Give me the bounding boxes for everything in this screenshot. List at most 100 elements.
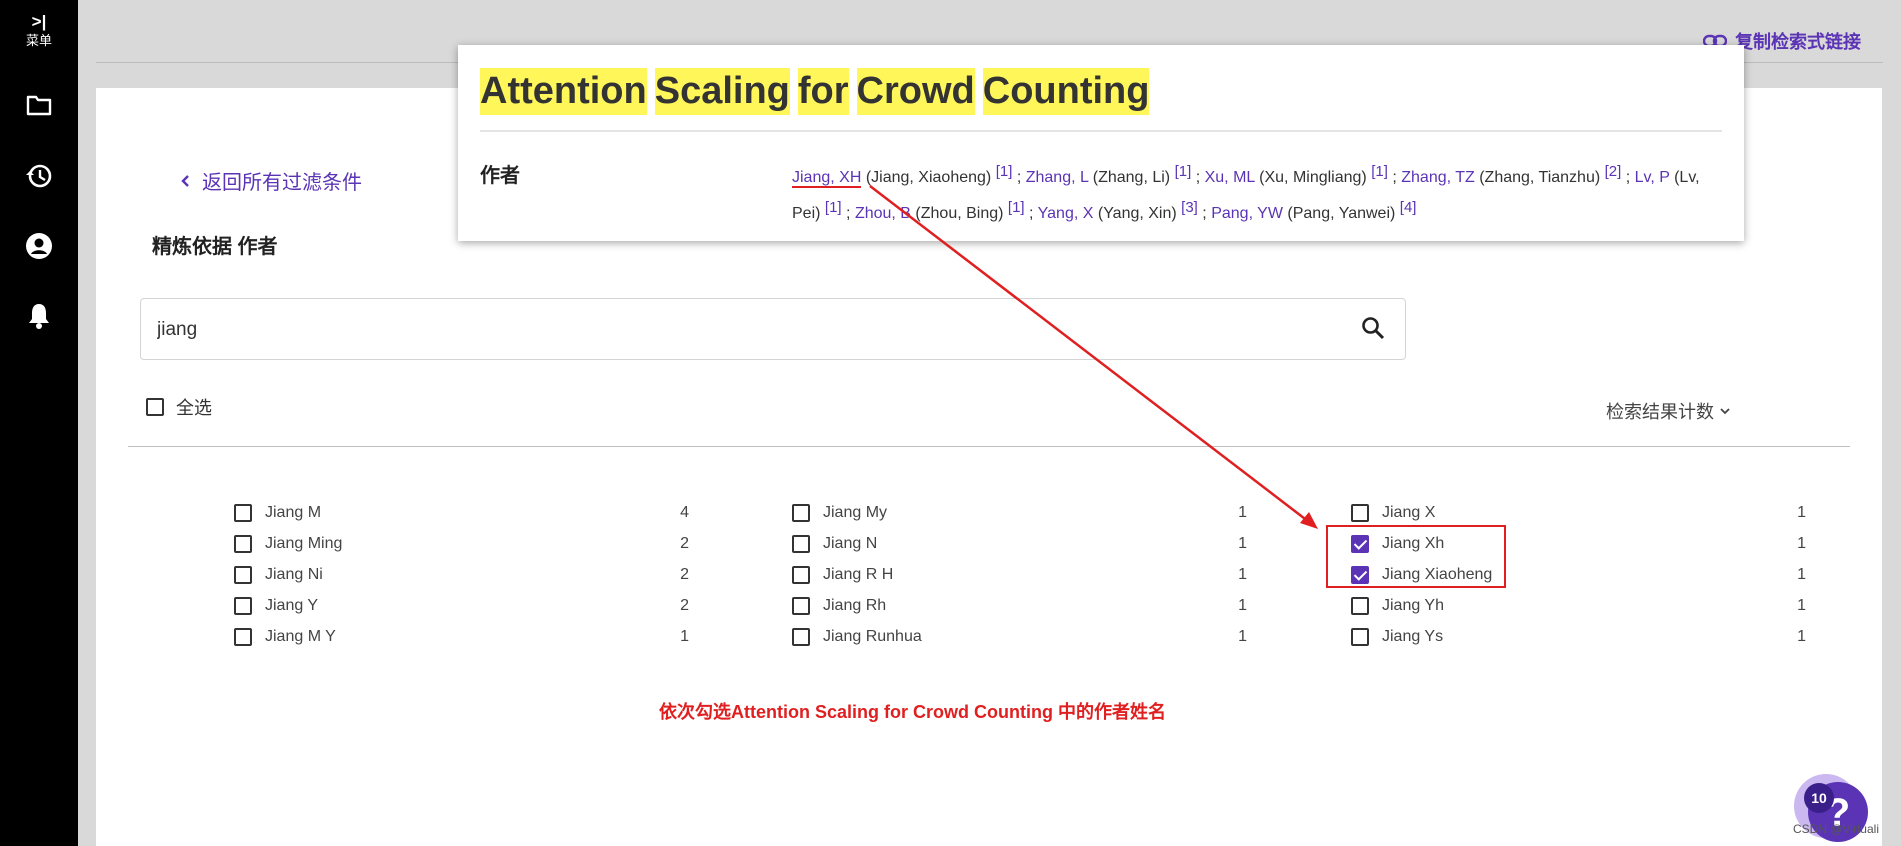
author-full-name: (Zhang, Tianzhu) (1479, 169, 1601, 186)
affiliation-ref[interactable]: [4] (1400, 199, 1417, 216)
search-button[interactable] (1361, 316, 1385, 345)
watermark: CSDN @Virtuali (1793, 822, 1879, 836)
popup-divider (480, 130, 1722, 132)
author-checkbox[interactable] (792, 534, 810, 553)
author-filter-item[interactable]: Jiang Runhua 1 (792, 621, 1247, 652)
annotation-highlight-box (1326, 525, 1506, 588)
select-all-checkbox[interactable] (146, 398, 164, 416)
collapse-menu-icon: >| (31, 12, 47, 31)
author-name: Jiang Runhua (823, 627, 922, 645)
result-count: 1 (1797, 565, 1806, 583)
result-count: 1 (680, 627, 689, 645)
folder-icon[interactable] (0, 94, 78, 116)
author-name: Jiang My (823, 503, 888, 521)
affiliation-ref[interactable]: [1] (825, 199, 842, 216)
affiliation-ref[interactable]: [2] (1605, 163, 1622, 180)
author-name: Jiang Ni (265, 565, 323, 583)
author-filter-item[interactable]: Jiang M 4 (234, 497, 689, 528)
result-count: 2 (680, 596, 689, 614)
help-badge-count: 10 (1804, 783, 1834, 813)
affiliation-ref[interactable]: [3] (1181, 199, 1198, 216)
result-count: 1 (1238, 534, 1247, 552)
select-all[interactable]: 全选 (146, 394, 212, 420)
menu-button[interactable]: >| 菜单 (0, 12, 78, 50)
title-word: Crowd (856, 68, 975, 115)
author-link[interactable]: Jiang, XH (792, 169, 862, 188)
result-count: 1 (1797, 534, 1806, 552)
author-link[interactable]: Pang, YW (1211, 205, 1283, 222)
author-filter-item[interactable]: Jiang Ys 1 (1351, 621, 1806, 652)
author-name: Jiang X (1382, 503, 1436, 521)
affiliation-ref[interactable]: [1] (996, 163, 1013, 180)
author-name: Jiang Ming (265, 534, 343, 552)
author-list: Jiang, XH (Jiang, Xiaoheng) [1] ; Zhang,… (792, 163, 1700, 222)
results-divider (128, 446, 1850, 447)
account-icon[interactable] (0, 232, 78, 260)
author-filter-item[interactable]: Jiang M Y 1 (234, 621, 689, 652)
author-checkbox[interactable] (234, 534, 252, 553)
back-to-filters-link[interactable]: 返回所有过滤条件 (180, 166, 362, 195)
refine-title: 精炼依据 作者 (152, 236, 278, 258)
author-checkbox[interactable] (234, 627, 252, 646)
author-filter-item[interactable]: Jiang Ming 2 (234, 528, 689, 559)
title-word: Attention (480, 68, 647, 115)
annotation-caption: 依次勾选Attention Scaling for Crowd Counting… (659, 702, 1166, 722)
select-all-label: 全选 (176, 398, 212, 418)
author-checkbox[interactable] (234, 565, 252, 584)
author-filter-item[interactable]: Jiang Y 2 (234, 590, 689, 621)
author-search-input[interactable] (155, 313, 1309, 347)
sort-dropdown[interactable]: 检索结果计数 (1606, 398, 1730, 424)
chevron-left-icon (181, 174, 189, 187)
author-checkbox[interactable] (1351, 503, 1369, 522)
author-filter-item[interactable]: Jiang R H 1 (792, 559, 1247, 590)
results-column-1: Jiang M 4 Jiang Ming 2 Jiang Ni 2 Jiang Y 2 Jian… (234, 497, 689, 652)
result-count: 4 (680, 503, 689, 521)
author-link[interactable]: Zhou, B (855, 205, 911, 222)
affiliation-ref[interactable]: [1] (1175, 163, 1192, 180)
author-filter-item[interactable]: Jiang My 1 (792, 497, 1247, 528)
author-checkbox[interactable] (1351, 596, 1369, 615)
author-checkbox[interactable] (234, 503, 252, 522)
author-full-name: (Jiang, Xiaoheng) (865, 169, 992, 186)
title-word: Scaling (654, 68, 790, 115)
author-link[interactable]: Zhang, L (1026, 169, 1089, 186)
result-count: 1 (1238, 565, 1247, 583)
author-name: Jiang N (823, 534, 878, 552)
result-count: 1 (1238, 596, 1247, 614)
result-count: 2 (680, 565, 689, 583)
history-icon[interactable] (0, 163, 78, 189)
author-checkbox[interactable] (792, 596, 810, 615)
author-filter-item[interactable]: Jiang X 1 (1351, 497, 1806, 528)
author-checkbox[interactable] (792, 503, 810, 522)
back-link-label: 返回所有过滤条件 (202, 172, 362, 194)
author-filter-item[interactable]: Jiang N 1 (792, 528, 1247, 559)
result-count: 1 (1238, 503, 1247, 521)
author-filter-item[interactable]: Jiang Ni 2 (234, 559, 689, 590)
author-link[interactable]: Zhang, TZ (1401, 169, 1475, 186)
affiliation-ref[interactable]: [1] (1371, 163, 1388, 180)
bell-icon[interactable] (0, 302, 78, 330)
author-filter-item[interactable]: Jiang Yh 1 (1351, 590, 1806, 621)
author-link[interactable]: Yang, X (1038, 205, 1094, 222)
result-count: 1 (1797, 596, 1806, 614)
copy-link-label: 复制检索式链接 (1735, 32, 1861, 52)
author-name: Jiang Ys (1382, 627, 1444, 645)
author-name: Jiang Rh (823, 596, 887, 614)
author-full-name: (Yang, Xin) (1097, 205, 1177, 222)
sidebar: >| 菜单 (0, 0, 78, 846)
author-checkbox[interactable] (792, 627, 810, 646)
author-filter-item[interactable]: Jiang Rh 1 (792, 590, 1247, 621)
author-checkbox[interactable] (1351, 627, 1369, 646)
affiliation-ref[interactable]: [1] (1008, 199, 1025, 216)
title-word: for (797, 68, 849, 115)
result-count: 1 (1238, 627, 1247, 645)
author-checkbox[interactable] (234, 596, 252, 615)
title-word: Counting (982, 68, 1150, 115)
author-name: Jiang R H (823, 565, 894, 583)
author-link[interactable]: Lv, P (1635, 169, 1670, 186)
record-popup: Attention Scaling for Crowd Counting 作者 Jian… (458, 45, 1744, 241)
search-box (140, 298, 1406, 360)
author-checkbox[interactable] (792, 565, 810, 584)
author-link[interactable]: Xu, ML (1205, 169, 1255, 186)
search-icon (1362, 317, 1385, 340)
